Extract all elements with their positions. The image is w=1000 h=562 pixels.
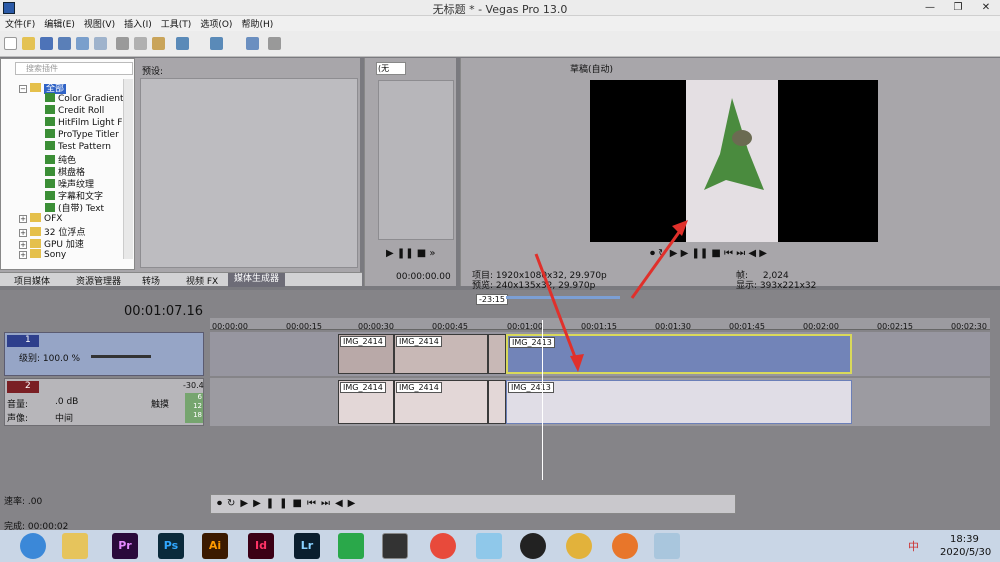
clock-date: 2020/5/30 [940, 547, 992, 558]
qq-icon[interactable] [520, 533, 546, 559]
windows-taskbar: Pr Ps Ai Id Lr 中 18:39 2020/5/30 [0, 530, 1000, 562]
indesign-icon[interactable]: Id [248, 533, 274, 559]
lightroom-icon[interactable]: Lr [294, 533, 320, 559]
app-icon[interactable] [476, 533, 502, 559]
file-explorer-icon[interactable] [62, 533, 88, 559]
rate-label: 速率: .00 [4, 497, 43, 507]
green-app-icon[interactable] [338, 533, 364, 559]
photoshop-icon[interactable]: Ps [158, 533, 184, 559]
start-icon[interactable] [20, 533, 46, 559]
app-icon[interactable] [654, 533, 680, 559]
clock-time: 18:39 [950, 534, 979, 545]
firefox-icon[interactable] [612, 533, 638, 559]
transport-buttons[interactable]: ⏺↻▶▶❚❚■⏮⏭◀▶ [217, 498, 360, 509]
app-icon[interactable] [430, 533, 456, 559]
chrome-icon[interactable] [566, 533, 592, 559]
ime-indicator[interactable]: 中 [908, 538, 919, 554]
illustrator-icon[interactable]: Ai [202, 533, 228, 559]
premiere-icon[interactable]: Pr [112, 533, 138, 559]
annotation-arrows [534, 220, 688, 372]
timeline-transport-bar: ⏺↻▶▶❚❚■⏮⏭◀▶ [210, 494, 736, 514]
vegas-taskbar-icon[interactable] [382, 533, 408, 559]
